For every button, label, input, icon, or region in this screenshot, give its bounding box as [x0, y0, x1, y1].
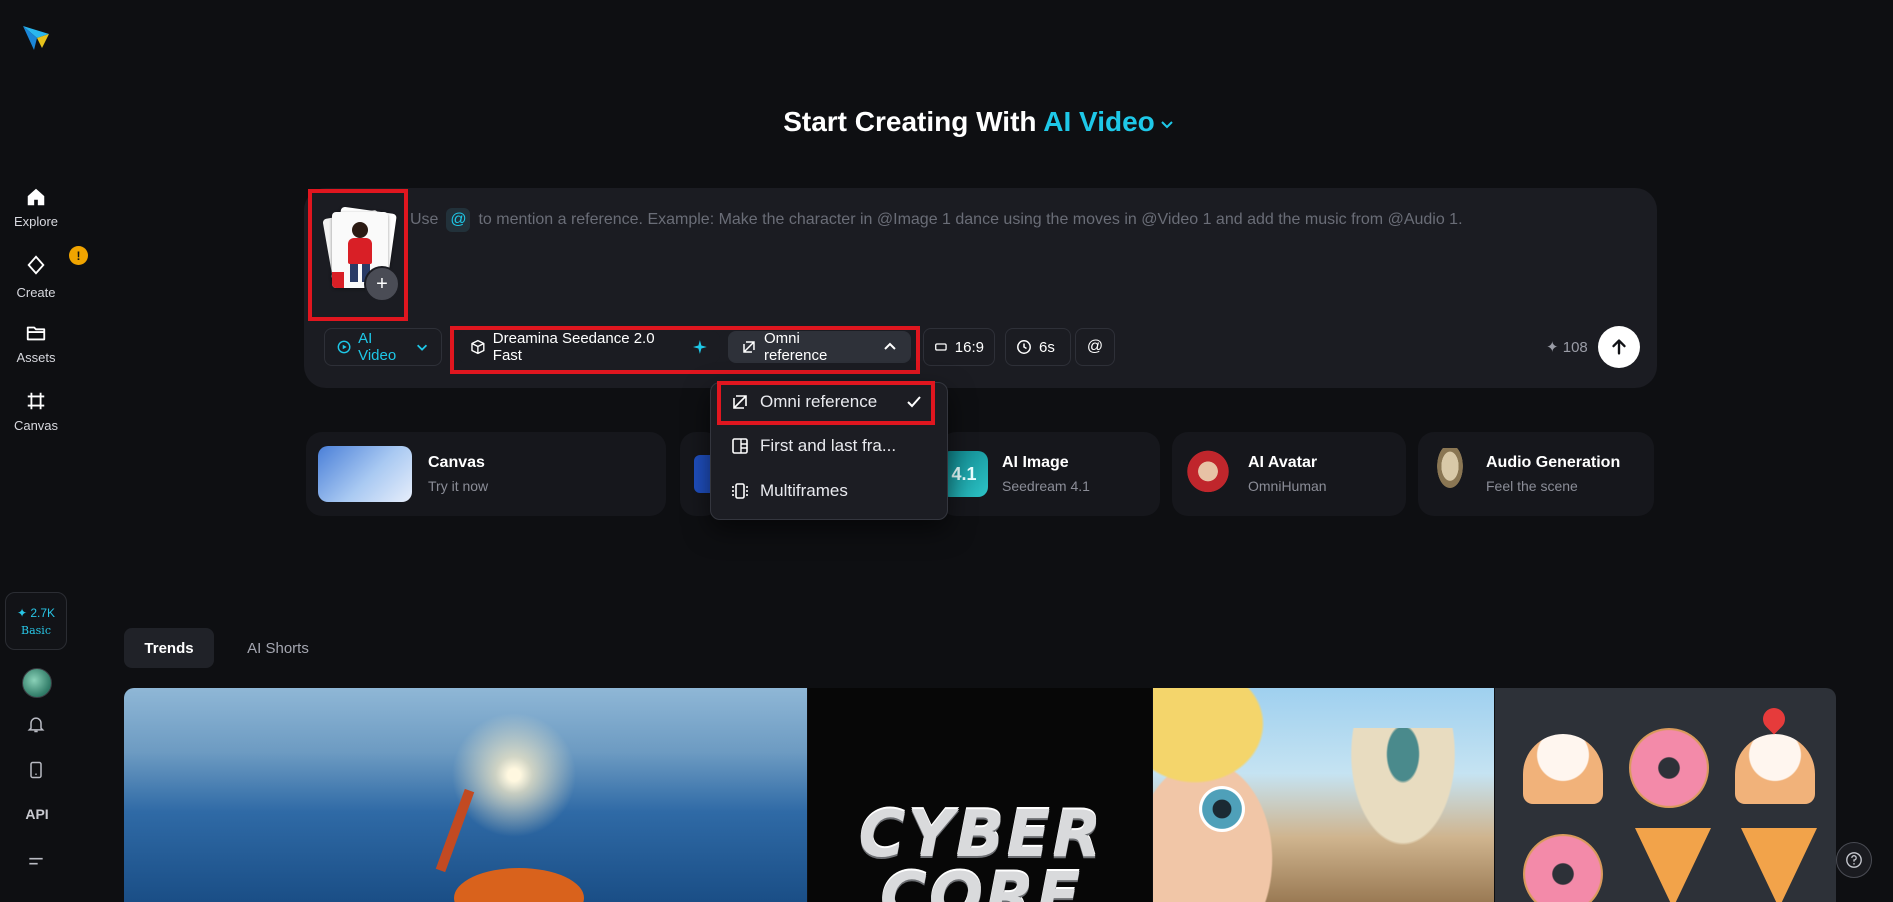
sidebar-item-canvas[interactable]: Canvas: [0, 390, 72, 433]
create-diamond-icon: [27, 255, 45, 275]
feature-subtitle: Try it now: [428, 478, 489, 494]
bell-icon[interactable]: [24, 712, 48, 736]
gallery-tile[interactable]: [124, 688, 807, 902]
feature-card-canvas[interactable]: Canvas Try it now: [306, 432, 666, 516]
menu-item-omni-reference[interactable]: Omni reference: [720, 384, 934, 420]
menu-icon[interactable]: [24, 850, 48, 874]
menu-item-first-last-frames[interactable]: First and last fra...: [720, 428, 934, 464]
feature-card-ai-avatar[interactable]: AI Avatar OmniHuman: [1172, 432, 1406, 516]
pegasus-thumbnail: [318, 446, 412, 502]
prompt-placeholder-rest: to mention a reference. Example: Make th…: [478, 211, 1463, 228]
reference-highlight: [308, 189, 408, 321]
mention-label: @: [1086, 338, 1104, 355]
tab-ai-shorts[interactable]: AI Shorts: [232, 628, 324, 668]
tab-trends[interactable]: Trends: [124, 628, 214, 668]
prompt-placeholder-start: Use: [410, 211, 439, 228]
gallery-tile-text: CYBER: [858, 798, 1104, 872]
menu-item-multiframes[interactable]: Multiframes: [720, 473, 934, 509]
plan-tier: Basic: [21, 623, 51, 637]
aspect-ratio-selector[interactable]: 16:9: [923, 328, 995, 366]
menu-item-label: First and last fra...: [760, 436, 897, 455]
video-play-icon: [337, 340, 351, 354]
feature-title: AI Image: [1002, 454, 1069, 471]
heart-image: [1758, 703, 1790, 735]
menu-item-label: Multiframes: [760, 481, 848, 500]
sidebar-item-label: Assets: [16, 350, 56, 365]
orange-planet-image: [454, 868, 584, 902]
cupcake-image: [1523, 734, 1603, 804]
page-title: Start Creating With AI Video: [0, 106, 1893, 138]
sidebar-item-label: Canvas: [13, 418, 59, 433]
feature-title: Canvas: [428, 454, 485, 471]
creation-type-dropdown[interactable]: AI Video: [1043, 106, 1175, 137]
avatar-character-thumbnail: [1184, 448, 1232, 500]
cupcake-image: [1735, 734, 1815, 804]
mode-selector[interactable]: AI Video: [324, 328, 442, 366]
multiframes-icon: [732, 483, 748, 499]
model-label: Dreamina Seedance 2.0 Fast: [492, 330, 655, 364]
aspect-ratio-label: 16:9: [954, 338, 984, 356]
home-icon: [27, 188, 45, 206]
gallery-tile[interactable]: [1495, 688, 1836, 902]
donut-image: [1523, 834, 1603, 902]
arrow-up-icon: [1612, 339, 1626, 355]
feature-card-audio-generation[interactable]: Audio Generation Feel the scene: [1418, 432, 1654, 516]
credits-value: ✦ 2.7K: [16, 605, 56, 620]
folder-icon: [26, 326, 46, 341]
page-title-prefix: Start Creating With: [783, 106, 1037, 137]
canvas-frame-icon: [27, 392, 45, 410]
clock-icon: [1017, 340, 1031, 354]
feature-subtitle: OmniHuman: [1248, 478, 1327, 494]
omni-reference-icon: [743, 341, 755, 353]
chevron-down-icon: [416, 344, 427, 351]
notification-badge: !: [69, 246, 88, 265]
generate-button[interactable]: [1598, 326, 1640, 368]
pizza-slice-image: [1741, 828, 1817, 902]
sidebar-item-label: Create: [16, 285, 56, 300]
api-link[interactable]: API: [22, 806, 52, 822]
feature-card-ai-image[interactable]: 4.1 AI Image Seedream 4.1: [940, 432, 1160, 516]
cartoon-eye-image: [1199, 786, 1245, 832]
microphone-thumbnail: [1430, 448, 1470, 500]
palace-image: [1343, 728, 1463, 858]
mode-label: AI Video: [358, 330, 397, 364]
sidebar-item-label: Explore: [13, 214, 59, 229]
credit-cost: ✦ 108: [1546, 339, 1588, 356]
feature-subtitle: Feel the scene: [1486, 478, 1578, 494]
pizza-slice-image: [1635, 828, 1711, 902]
creation-type-label: AI Video: [1043, 106, 1155, 137]
gallery-tile[interactable]: [1153, 688, 1494, 902]
donut-image: [1629, 728, 1709, 808]
mobile-app-icon[interactable]: [24, 758, 48, 782]
sidebar-item-assets[interactable]: Assets: [0, 322, 72, 365]
duration-label: 6s: [1039, 338, 1055, 356]
mention-at-icon[interactable]: @: [446, 208, 471, 232]
sparkle-icon: [693, 340, 708, 354]
omni-reference-icon: [733, 395, 747, 409]
prompt-input[interactable]: Use @ to mention a reference. Example: Mak…: [410, 208, 1630, 232]
app-logo-icon[interactable]: [20, 22, 52, 54]
feature-title: AI Avatar: [1248, 454, 1318, 471]
cube-icon: [471, 339, 485, 355]
first-last-frame-icon: [732, 438, 748, 454]
reference-mode-label: Omni reference: [763, 330, 828, 364]
gallery-tile[interactable]: CYBER CORE: [808, 688, 1152, 902]
reference-mode-selector[interactable]: Omni reference: [728, 330, 911, 364]
feature-title: Audio Generation: [1486, 454, 1621, 471]
duration-selector[interactable]: 6s: [1005, 328, 1071, 366]
sidebar-item-create[interactable]: ! Create: [0, 246, 88, 300]
sidebar-item-explore[interactable]: Explore: [0, 186, 72, 229]
chevron-down-icon: [1161, 120, 1173, 129]
question-icon: [1846, 852, 1862, 868]
avatar[interactable]: [22, 668, 52, 698]
credits-card[interactable]: ✦ 2.7K Basic: [5, 592, 67, 650]
feature-subtitle: Seedream 4.1: [1002, 478, 1090, 494]
menu-item-label: Omni reference: [760, 392, 878, 411]
help-button[interactable]: [1836, 842, 1872, 878]
check-icon: [907, 396, 921, 408]
mention-button[interactable]: @: [1075, 328, 1115, 366]
aspect-ratio-icon: [935, 343, 947, 351]
chevron-up-icon: [884, 342, 896, 350]
model-selector[interactable]: Dreamina Seedance 2.0 Fast: [458, 330, 720, 364]
